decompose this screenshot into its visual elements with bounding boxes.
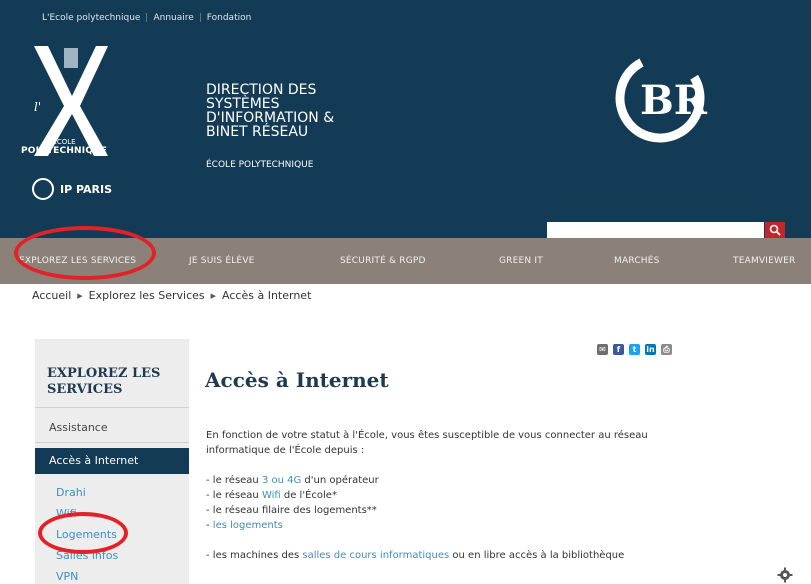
sidebar-subitem-logements[interactable]: Logements xyxy=(56,528,117,541)
sidebar-item-assistance[interactable]: Assistance xyxy=(35,421,189,434)
sidebar-subitem-salles-infos[interactable]: Salles infos xyxy=(56,549,118,562)
list-item: - le réseau filaire des logements** xyxy=(206,505,377,516)
ip-paris-icon xyxy=(32,178,54,200)
page-body: En fonction de votre statut à l'École, v… xyxy=(206,428,706,563)
search-button[interactable] xyxy=(765,222,785,238)
search-input[interactable] xyxy=(547,222,764,238)
polytechnique-logo[interactable]: l' ÉCOLE POLYTECHNIQUE xyxy=(21,40,112,160)
sidebar-item-acces-internet[interactable]: Accès à Internet xyxy=(35,448,189,474)
email-icon[interactable]: ✉ xyxy=(597,344,608,355)
breadcrumb-arrow-icon: ▶ xyxy=(77,292,83,300)
nav-marches[interactable]: MARCHÉS xyxy=(614,238,660,284)
nav-teamviewer[interactable]: TEAMVIEWER xyxy=(733,238,795,284)
nav-green-it[interactable]: GREEN IT xyxy=(499,238,543,284)
sidebar-title: EXPLOREZ LES SERVICES xyxy=(47,366,161,397)
sidebar-divider xyxy=(35,442,189,443)
list-item: - le réseau Wifi de l'École* xyxy=(206,490,337,501)
l-letter: l' xyxy=(34,100,42,114)
sidebar-subitem-vpn[interactable]: VPN xyxy=(56,570,78,583)
list-item: - le réseau 3 ou 4G d'un opérateur xyxy=(206,475,379,486)
link-les-logements[interactable]: les logements xyxy=(213,520,283,531)
main-nav: EXPLOREZ LES SERVICES JE SUIS ÉLÈVE SÉCU… xyxy=(0,238,811,284)
site-header: L'Ecole polytechnique Annuaire Fondation l… xyxy=(0,0,811,238)
br-letters: BR xyxy=(640,77,708,124)
sidebar: EXPLOREZ LES SERVICES Assistance Accès à… xyxy=(35,339,189,584)
link-ecole[interactable]: L'Ecole polytechnique xyxy=(42,13,140,23)
title-line: SYSTÈMES xyxy=(206,96,280,112)
br-logo-icon[interactable]: BR xyxy=(610,44,720,154)
ecole-label: ÉCOLE xyxy=(52,138,76,146)
sidebar-divider xyxy=(35,407,189,408)
search-icon xyxy=(769,224,781,236)
school-name: ÉCOLE POLYTECHNIQUE xyxy=(14,138,114,156)
facebook-icon[interactable]: f xyxy=(613,344,624,355)
list-item: - les machines des salles de cours infor… xyxy=(206,550,625,561)
site-subtitle: ÉCOLE POLYTECHNIQUE xyxy=(206,160,314,170)
print-icon[interactable]: ⎙ xyxy=(661,344,672,355)
nav-explorez-services[interactable]: EXPLOREZ LES SERVICES xyxy=(19,238,136,284)
list-item: - les logements xyxy=(206,520,283,531)
breadcrumb: Accueil ▶ Explorez les Services ▶ Accès à In… xyxy=(32,289,311,302)
site-title: DIRECTION DES SYSTÈMES D'INFORMATION & B… xyxy=(206,83,426,139)
link-fondation[interactable]: Fondation xyxy=(207,13,252,23)
link-wifi[interactable]: Wifi xyxy=(262,490,281,501)
link-salles-informatiques[interactable]: salles de cours informatiques xyxy=(302,550,449,561)
polytechnique-label: POLYTECHNIQUE xyxy=(20,146,108,156)
linkedin-icon[interactable]: in xyxy=(645,344,656,355)
breadcrumb-current: Accès à Internet xyxy=(222,289,312,302)
link-3-4g[interactable]: 3 ou 4G xyxy=(262,475,301,486)
ip-paris-logo[interactable]: IP PARIS xyxy=(32,178,112,200)
title-line: BINET RÉSEAU xyxy=(206,124,309,140)
breadcrumb-explorez[interactable]: Explorez les Services xyxy=(89,289,205,302)
title-line: D'INFORMATION & xyxy=(206,110,335,126)
nav-securite-rgpd[interactable]: SÉCURITÉ & RGPD xyxy=(340,238,426,284)
twitter-icon[interactable]: t xyxy=(629,344,640,355)
link-annuaire[interactable]: Annuaire xyxy=(153,13,193,23)
top-links: L'Ecole polytechnique Annuaire Fondation xyxy=(42,13,251,23)
gear-icon[interactable] xyxy=(777,567,793,583)
title-line: DIRECTION DES xyxy=(206,82,317,98)
share-bar: ✉ f t in ⎙ xyxy=(597,344,672,355)
ip-paris-label: IP PARIS xyxy=(60,182,113,196)
breadcrumb-accueil[interactable]: Accueil xyxy=(32,289,71,302)
page-title: Accès à Internet xyxy=(205,368,389,392)
intro-text: En fonction de votre statut à l'École, v… xyxy=(206,430,648,456)
breadcrumb-arrow-icon: ▶ xyxy=(210,292,217,300)
nav-je-suis-eleve[interactable]: JE SUIS ÉLÈVE xyxy=(189,238,255,284)
sidebar-subitem-wifi[interactable]: Wifi xyxy=(56,507,77,520)
sidebar-subitem-drahi[interactable]: Drahi xyxy=(56,486,86,499)
